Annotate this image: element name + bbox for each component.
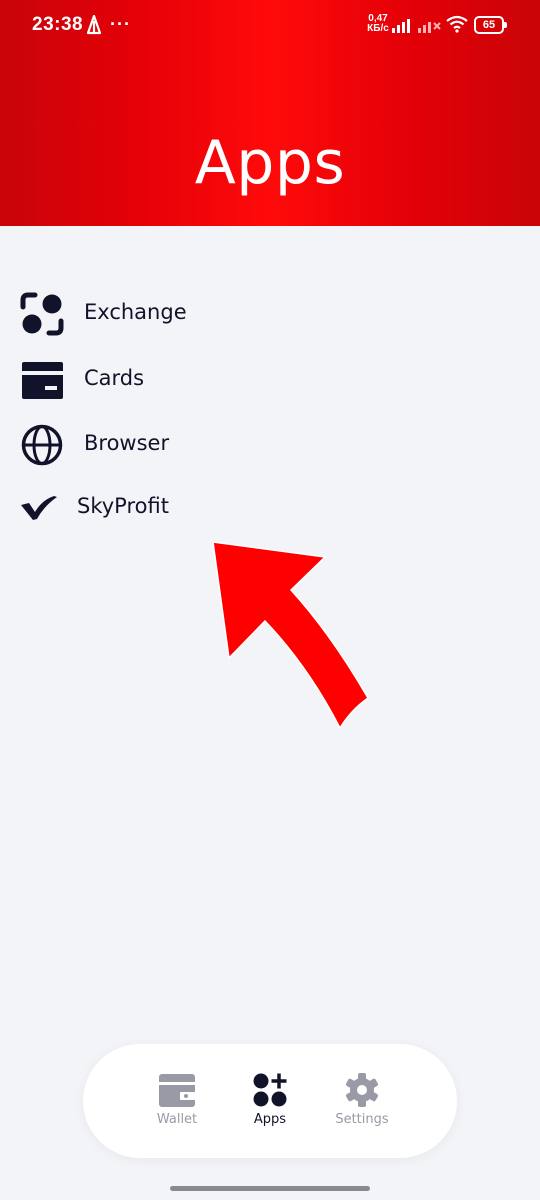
status-bar: 23:38 ··· 0,47 КБ/с 65 — [0, 0, 540, 52]
menu-item-browser[interactable]: Browser — [0, 418, 340, 468]
nav-wallet[interactable]: Wallet — [137, 1072, 217, 1142]
battery-indicator: 65 — [474, 16, 507, 34]
home-indicator[interactable] — [170, 1186, 370, 1191]
menu-item-cards[interactable]: Cards — [0, 353, 340, 403]
nav-wallet-label: Wallet — [156, 1112, 198, 1127]
menu-item-label: Browser — [84, 431, 170, 455]
menu-item-label: SkyProfit — [77, 494, 169, 518]
wifi-icon — [446, 15, 468, 33]
status-time: 23:38 — [32, 14, 84, 35]
bottom-navigation: Wallet Apps Settings — [83, 1044, 457, 1158]
apps-icon — [253, 1073, 287, 1107]
gear-icon — [346, 1073, 378, 1107]
menu-item-skyprofit[interactable]: SkyProfit — [0, 481, 340, 531]
network-speed: 0,47 КБ/с — [366, 14, 390, 34]
status-more-dots: ··· — [110, 14, 131, 34]
notification-icon — [86, 15, 102, 35]
nav-settings[interactable]: Settings — [322, 1072, 402, 1142]
page-title: Apps — [194, 128, 346, 198]
app-header: 23:38 ··· 0,47 КБ/с 65 Apps — [0, 0, 540, 226]
card-icon — [22, 362, 63, 399]
menu-item-label: Exchange — [84, 300, 187, 324]
red-arrow-icon — [212, 541, 369, 730]
nav-apps-label: Apps — [253, 1112, 287, 1127]
signal-no-service-icon — [418, 22, 441, 33]
menu-item-exchange[interactable]: Exchange — [0, 287, 340, 337]
network-speed-unit: КБ/с — [367, 23, 389, 34]
nav-apps[interactable]: Apps — [230, 1072, 310, 1142]
menu-item-label: Cards — [84, 366, 145, 390]
checkmark-logo-icon — [21, 496, 57, 520]
signal-icon — [392, 19, 410, 33]
nav-settings-label: Settings — [335, 1112, 389, 1127]
globe-icon — [21, 424, 63, 466]
exchange-icon — [20, 292, 64, 336]
wallet-icon — [159, 1074, 195, 1107]
